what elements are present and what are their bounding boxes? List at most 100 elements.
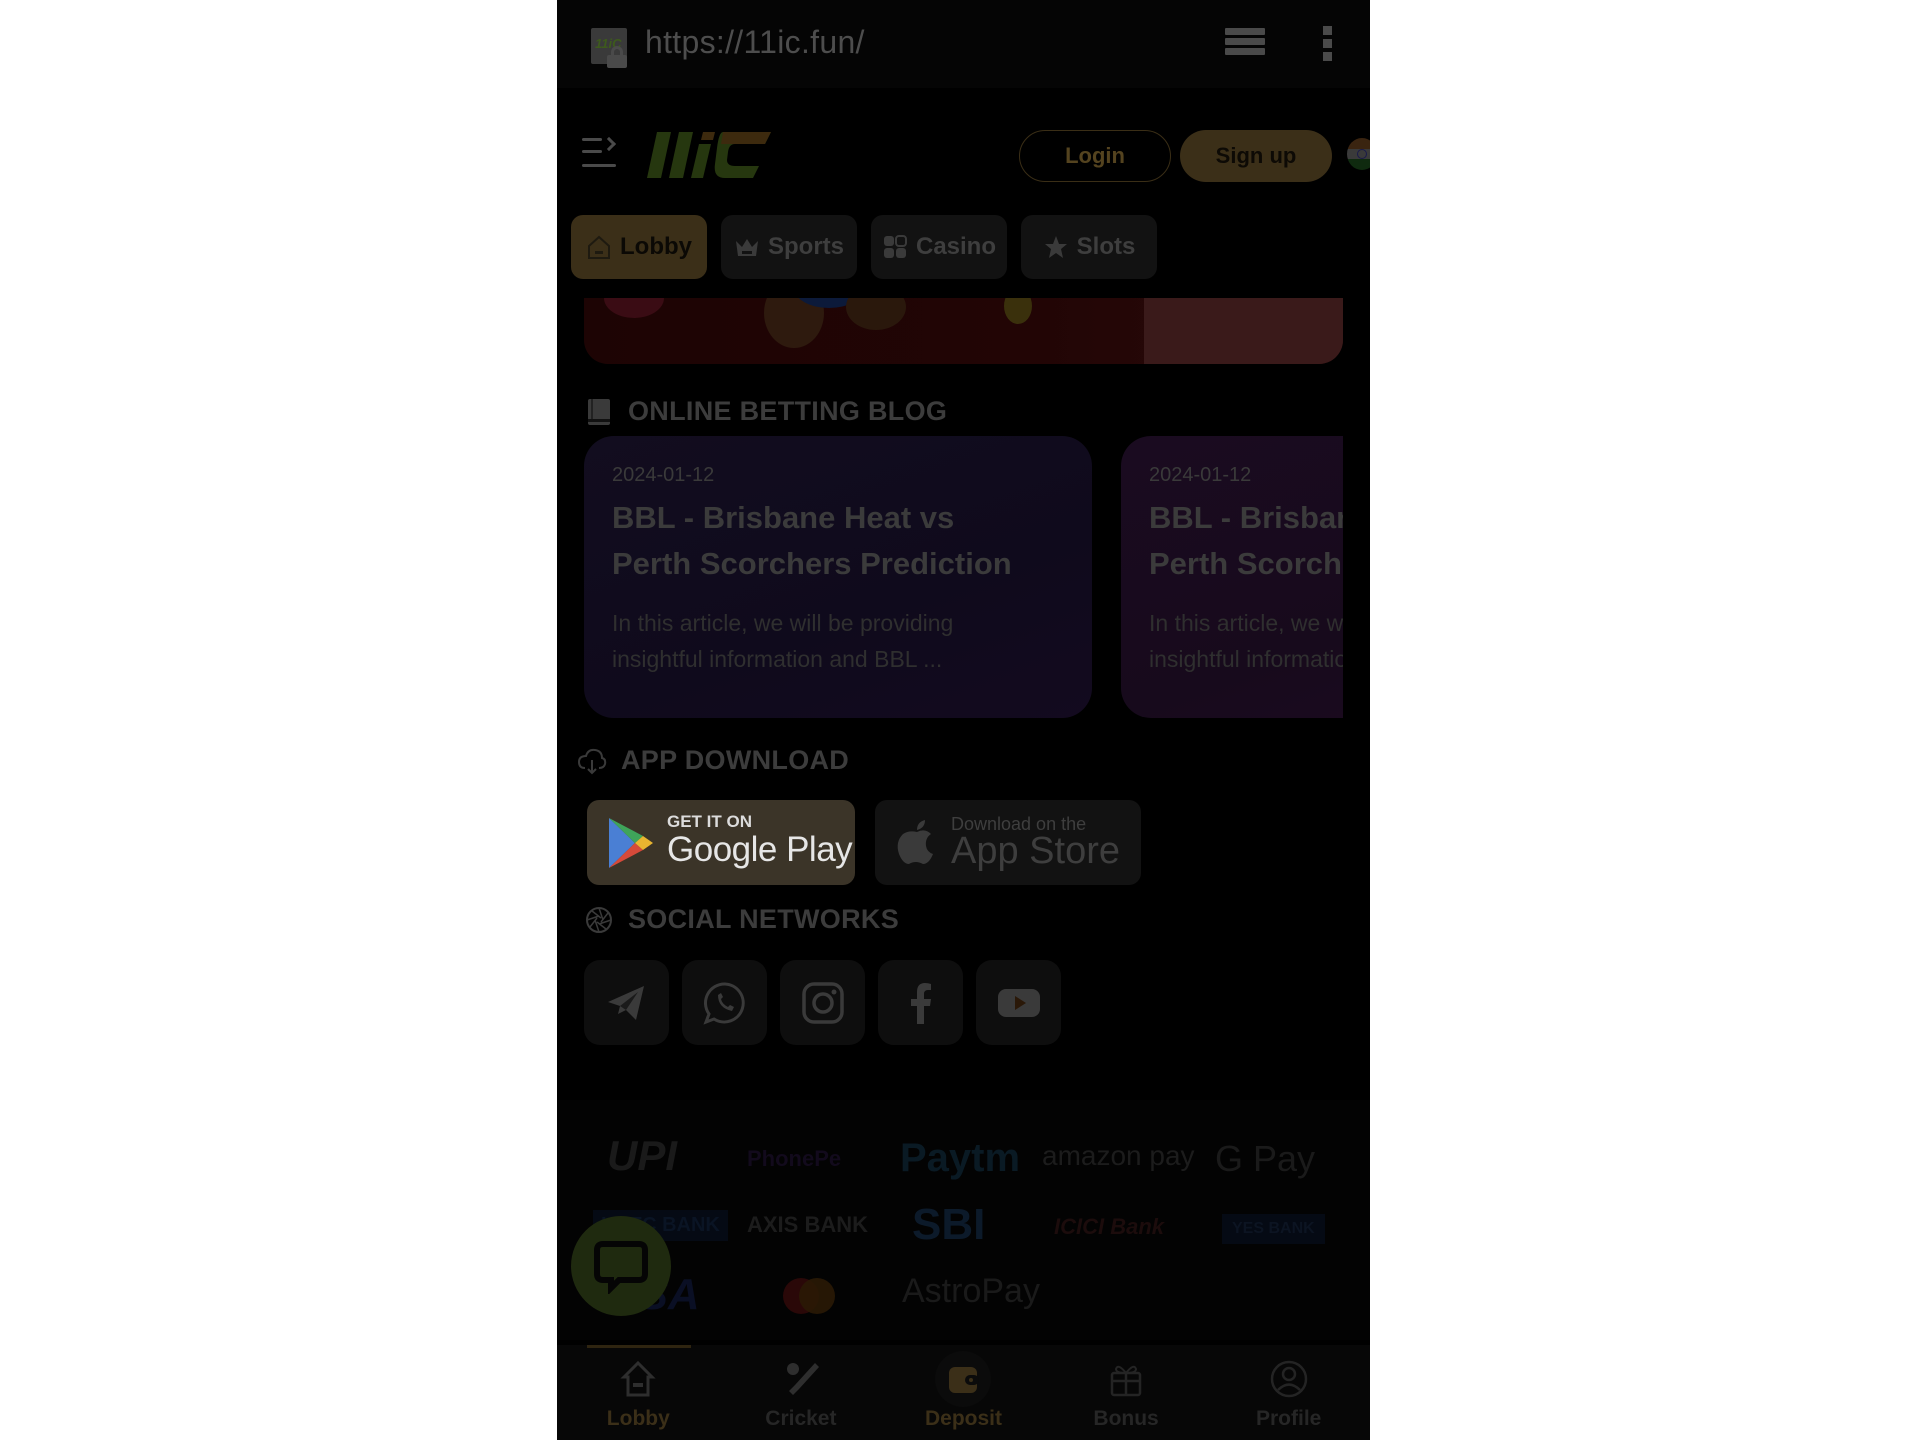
blog-excerpt-line: insightful information and BBL ... (612, 646, 943, 672)
blog-carousel[interactable]: 2024-01-12 BBL - Brisbane Heat vs Perth … (584, 436, 1343, 718)
tab-label: Slots (1076, 233, 1136, 260)
nav-lobby[interactable]: Lobby (557, 1345, 720, 1440)
blog-card[interactable]: 2024-01-12 BBL - Brisbane Heat vs Perth … (584, 436, 1092, 718)
chat-bubble-icon (594, 1241, 648, 1294)
nav-label: Profile (1255, 1407, 1322, 1430)
wallet-icon (949, 1367, 980, 1393)
tab-sports[interactable]: Sports (721, 215, 857, 279)
whatsapp-button[interactable] (682, 960, 767, 1045)
nav-bonus[interactable]: Bonus (1045, 1345, 1208, 1440)
nav-label: Deposit (924, 1407, 1002, 1430)
youtube-icon (997, 988, 1040, 1017)
live-chat-button[interactable] (571, 1216, 671, 1316)
blog-excerpt: In this article, we will be providing in… (1149, 605, 1343, 677)
app-download-heading: APP DOWNLOAD (577, 745, 849, 776)
login-button[interactable]: Login (1019, 130, 1171, 182)
tab-label: Sports (767, 233, 844, 260)
menu-toggle-icon[interactable] (582, 136, 618, 168)
tab-slots[interactable]: Slots (1021, 215, 1157, 279)
active-tab-indicator (587, 1345, 691, 1348)
tabs-switcher-icon[interactable] (1225, 28, 1265, 62)
browser-address-bar: 11iC https://11ic.fun/ (557, 0, 1370, 88)
payment-logo-sbi: SBI (912, 1200, 986, 1249)
payment-logo-upi: UPI (607, 1132, 678, 1179)
nav-label: Bonus (1093, 1407, 1159, 1430)
blog-title-line: Perth Scorchers Prediction (1149, 546, 1343, 581)
gift-icon (1110, 1365, 1142, 1397)
facebook-button[interactable] (878, 960, 963, 1045)
apple-icon (897, 820, 933, 864)
payment-methods: UPI PhonePe Paytm amazon pay G Pay HDFC … (557, 1100, 1370, 1340)
nav-cricket[interactable]: Cricket (720, 1345, 883, 1440)
social-networks-heading: SOCIAL NETWORKS (584, 904, 899, 935)
telegram-button[interactable] (584, 960, 669, 1045)
signup-button[interactable]: Sign up (1180, 130, 1332, 182)
blog-section-heading: ONLINE BETTING BLOG (584, 396, 947, 427)
book-icon (588, 398, 610, 425)
tab-label: Casino (915, 233, 996, 260)
home-icon (620, 1360, 656, 1397)
payment-logo-yes: YES BANK (1222, 1214, 1325, 1244)
blog-date: 2024-01-12 (1149, 464, 1252, 486)
facebook-icon (910, 982, 931, 1024)
whatsapp-icon (702, 981, 745, 1025)
aperture-icon (586, 906, 612, 933)
bottom-navigation: Lobby Cricket Deposit Bonus Profile (557, 1345, 1370, 1440)
blog-card[interactable]: 2024-01-12 BBL - Brisbane Heat vs Perth … (1121, 436, 1343, 718)
instagram-icon (801, 981, 844, 1024)
blog-excerpt: In this article, we will be providing in… (612, 605, 1064, 677)
payment-logo-astropay: AstroPay (902, 1272, 1040, 1310)
url-field[interactable]: https://11ic.fun/ (645, 24, 865, 61)
india-flag-icon[interactable] (1347, 138, 1370, 170)
google-play-icon (609, 818, 653, 868)
lock-icon (607, 46, 627, 68)
blog-title-line: BBL - Brisbane Heat vs (612, 500, 955, 535)
home-icon (588, 235, 610, 259)
cloud-download-icon (577, 748, 607, 774)
payment-logo-gpay: G Pay (1215, 1138, 1316, 1179)
tab-lobby[interactable]: Lobby (571, 215, 707, 279)
nav-profile[interactable]: Profile (1207, 1345, 1370, 1440)
payment-logo-paytm: Paytm (900, 1136, 1021, 1180)
social-links (584, 960, 1061, 1045)
tab-casino[interactable]: Casino (871, 215, 1007, 279)
site-header: Login Sign up (557, 88, 1370, 208)
nav-deposit[interactable]: Deposit (882, 1345, 1045, 1440)
blog-title-line: BBL - Brisbane Heat vs (1149, 500, 1343, 535)
payment-logo-phonepe: PhonePe (747, 1146, 842, 1171)
nav-label: Lobby (606, 1407, 670, 1430)
crown-icon (735, 239, 758, 256)
google-play-button[interactable]: GET IT ON Google Play (587, 800, 855, 885)
nav-label: Cricket (765, 1407, 837, 1430)
google-play-small-text: GET IT ON (667, 812, 752, 831)
blog-excerpt-line: In this article, we will be providing (1149, 610, 1343, 636)
app-download-heading-text: APP DOWNLOAD (621, 745, 850, 775)
cricket-icon (786, 1363, 819, 1395)
user-icon (1270, 1360, 1307, 1398)
telegram-icon (607, 985, 644, 1020)
payment-logo-amazonpay: amazon pay (1042, 1140, 1195, 1171)
payment-logo-icici: ICICI Bank (1054, 1214, 1165, 1239)
payment-logo-mastercard (783, 1278, 835, 1314)
tab-label: Lobby (620, 233, 692, 260)
star-icon (1044, 236, 1067, 258)
mobile-viewport: 11iC https://11ic.fun/ Login Sign up Lob… (557, 0, 1370, 1440)
app-store-button[interactable]: Download on the App Store (875, 800, 1141, 885)
blog-excerpt-line: insightful information and BBL ... (1149, 646, 1343, 672)
youtube-button[interactable] (976, 960, 1061, 1045)
app-store-big-text: App Store (951, 830, 1120, 872)
grid-icon (883, 235, 907, 258)
category-tabs: Lobby Sports Casino Slots (571, 215, 1157, 279)
blog-date: 2024-01-12 (612, 464, 715, 486)
payment-logo-axis: AXIS BANK (747, 1212, 869, 1237)
blog-title-line: Perth Scorchers Prediction (612, 546, 1012, 581)
google-play-big-text: Google Play (667, 830, 853, 869)
instagram-button[interactable] (780, 960, 865, 1045)
blog-heading-text: ONLINE BETTING BLOG (628, 396, 948, 426)
browser-menu-icon[interactable] (1323, 26, 1333, 62)
social-heading-text: SOCIAL NETWORKS (628, 904, 900, 934)
site-logo[interactable] (643, 128, 773, 180)
promo-banner[interactable] (584, 298, 1343, 364)
deposit-icon-circle (935, 1351, 992, 1407)
blog-excerpt-line: In this article, we will be providing (612, 610, 954, 636)
